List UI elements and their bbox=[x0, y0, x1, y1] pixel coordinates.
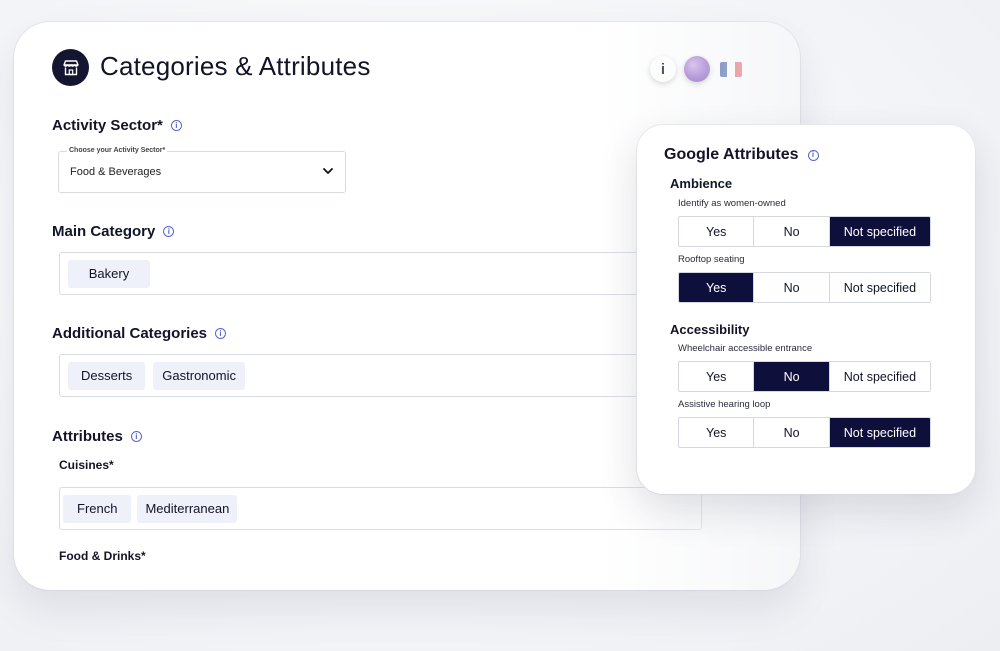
top-actions: i bbox=[650, 56, 742, 82]
food-drinks-label: Food & Drinks* bbox=[59, 549, 146, 563]
activity-sector-select[interactable]: Choose your Activity Sector* Food & Beve… bbox=[58, 147, 346, 193]
option-not-specified-button[interactable]: Not specified bbox=[829, 273, 930, 302]
attribute-label: Rooftop seating bbox=[678, 254, 745, 265]
info-icon[interactable]: i bbox=[130, 431, 142, 442]
option-yes-button[interactable]: Yes bbox=[679, 217, 755, 246]
main-category-label: Main Category bbox=[52, 223, 156, 240]
activity-sector-label: Activity Sector* bbox=[52, 117, 163, 134]
option-no-button[interactable]: No bbox=[754, 217, 830, 246]
additional-categories-title: Additional Categories i bbox=[52, 325, 227, 342]
option-no-button[interactable]: No bbox=[754, 362, 830, 391]
avatar[interactable] bbox=[684, 56, 710, 82]
option-not-specified-button[interactable]: Not specified bbox=[829, 418, 930, 447]
attribute-toggle: Yes No Not specified bbox=[678, 216, 931, 247]
info-icon[interactable]: i bbox=[163, 226, 175, 237]
group-accessibility: Accessibility bbox=[670, 322, 750, 337]
info-icon[interactable]: i bbox=[170, 120, 182, 131]
attribute-toggle: Yes No Not specified bbox=[678, 361, 931, 392]
info-button[interactable]: i bbox=[650, 56, 676, 82]
category-chip[interactable]: Gastronomic bbox=[153, 361, 245, 390]
option-no-button[interactable]: No bbox=[754, 273, 830, 302]
cuisines-field[interactable]: French Mediterranean bbox=[59, 487, 702, 530]
chevron-down-icon bbox=[323, 168, 333, 174]
category-chip[interactable]: Desserts bbox=[68, 361, 146, 390]
google-attributes-card: Google Attributes i Ambience Identify as… bbox=[637, 125, 975, 494]
page-title: Categories & Attributes bbox=[100, 51, 371, 81]
google-attributes-label: Google Attributes bbox=[664, 146, 799, 163]
select-caption: Choose your Activity Sector* bbox=[67, 147, 168, 154]
cuisine-chip[interactable]: Mediterranean bbox=[137, 494, 238, 523]
attribute-toggle: Yes No Not specified bbox=[678, 272, 931, 303]
cuisine-chip[interactable]: French bbox=[63, 494, 132, 523]
group-ambience: Ambience bbox=[670, 176, 733, 191]
option-yes-button[interactable]: Yes bbox=[679, 273, 755, 302]
option-yes-button[interactable]: Yes bbox=[679, 362, 755, 391]
attribute-label: Assistive hearing loop bbox=[678, 399, 771, 410]
option-not-specified-button[interactable]: Not specified bbox=[829, 362, 930, 391]
category-chip[interactable]: Bakery bbox=[68, 259, 150, 288]
activity-sector-title: Activity Sector* i bbox=[52, 117, 182, 134]
store-icon bbox=[52, 49, 89, 86]
main-category-title: Main Category i bbox=[52, 223, 175, 240]
french-flag-icon[interactable] bbox=[720, 61, 742, 77]
attribute-label: Identify as women-owned bbox=[678, 198, 786, 209]
info-icon[interactable]: i bbox=[215, 328, 227, 339]
option-yes-button[interactable]: Yes bbox=[679, 418, 755, 447]
attributes-label: Attributes bbox=[52, 428, 123, 445]
google-attributes-title: Google Attributes i bbox=[664, 146, 819, 164]
select-value: Food & Beverages bbox=[70, 166, 162, 178]
attribute-toggle: Yes No Not specified bbox=[678, 417, 931, 448]
additional-categories-label: Additional Categories bbox=[52, 325, 208, 342]
cuisines-label: Cuisines* bbox=[59, 458, 114, 472]
option-not-specified-button[interactable]: Not specified bbox=[829, 217, 930, 246]
attributes-title: Attributes i bbox=[52, 428, 142, 445]
info-icon[interactable]: i bbox=[807, 149, 819, 161]
attribute-label: Wheelchair accessible entrance bbox=[678, 343, 813, 354]
option-no-button[interactable]: No bbox=[754, 418, 830, 447]
